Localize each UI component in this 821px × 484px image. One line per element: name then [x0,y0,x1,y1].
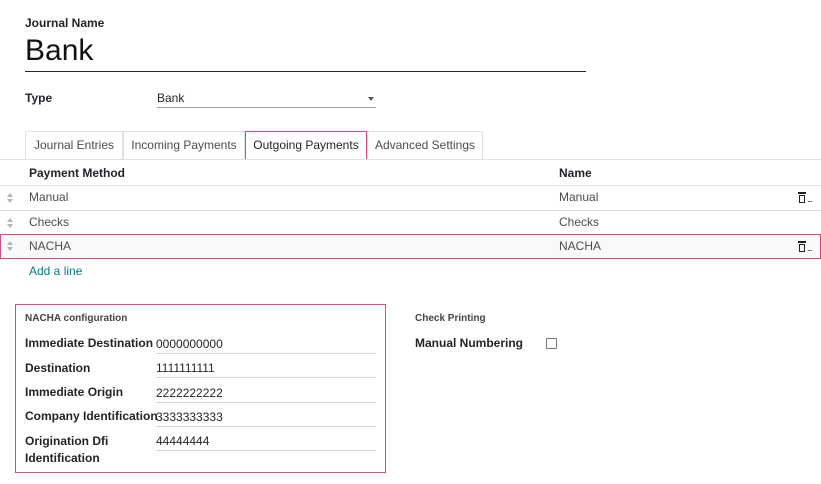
trash-icon[interactable]: ... [797,240,812,253]
add-line-link[interactable]: Add a line [29,264,82,278]
table-row-selected[interactable]: NACHA NACHA ... [0,234,821,259]
payment-method-cell: Manual [29,190,69,204]
tab-incoming-payments[interactable]: Incoming Payments [123,131,245,159]
journal-name-input[interactable]: Bank [25,33,586,72]
trash-icon[interactable]: ... [797,191,812,204]
type-label: Type [25,91,53,105]
destination-input[interactable]: 1111111111 [156,359,376,378]
origination-dfi-label: Origination Dfi [25,434,109,448]
nacha-config-title: NACHA configuration [25,313,128,324]
immediate-destination-label: Immediate Destination [25,336,154,350]
column-header-name[interactable]: Name [559,166,592,180]
type-select-value: Bank [157,91,185,105]
table-row[interactable]: Manual Manual ... [0,185,821,209]
journal-name-label: Journal Name [25,16,105,30]
name-cell: NACHA [559,239,602,253]
sort-handle-icon[interactable] [7,241,15,251]
tab-advanced-settings[interactable]: Advanced Settings [367,131,483,159]
immediate-origin-input[interactable]: 2222222222 [156,384,376,403]
name-cell: Manual [559,190,599,204]
manual-numbering-checkbox[interactable] [546,338,557,349]
payment-method-cell: NACHA [29,239,72,253]
sort-handle-icon[interactable] [7,193,15,203]
sort-handle-icon[interactable] [7,218,15,228]
name-cell: Checks [559,215,600,229]
origination-dfi-input[interactable]: 44444444 [156,432,376,451]
origination-dfi-label-line2: Identification [25,451,100,465]
company-identification-label: Company Identification [25,409,158,423]
immediate-destination-input[interactable]: 0000000000 [156,335,376,354]
tab-outgoing-payments[interactable]: Outgoing Payments [245,131,367,160]
caret-down-icon [368,97,374,101]
check-printing-title: Check Printing [415,313,486,324]
table-row[interactable]: Checks Checks [0,210,821,234]
immediate-origin-label: Immediate Origin [25,385,124,399]
manual-numbering-label: Manual Numbering [415,336,524,350]
type-select[interactable]: Bank [157,89,376,108]
payment-method-cell: Checks [29,215,70,229]
company-identification-input[interactable]: 3333333333 [156,408,376,427]
column-header-payment-method[interactable]: Payment Method [29,166,125,180]
tab-journal-entries[interactable]: Journal Entries [25,131,123,159]
tabs-divider [0,159,821,160]
destination-label: Destination [25,361,91,375]
